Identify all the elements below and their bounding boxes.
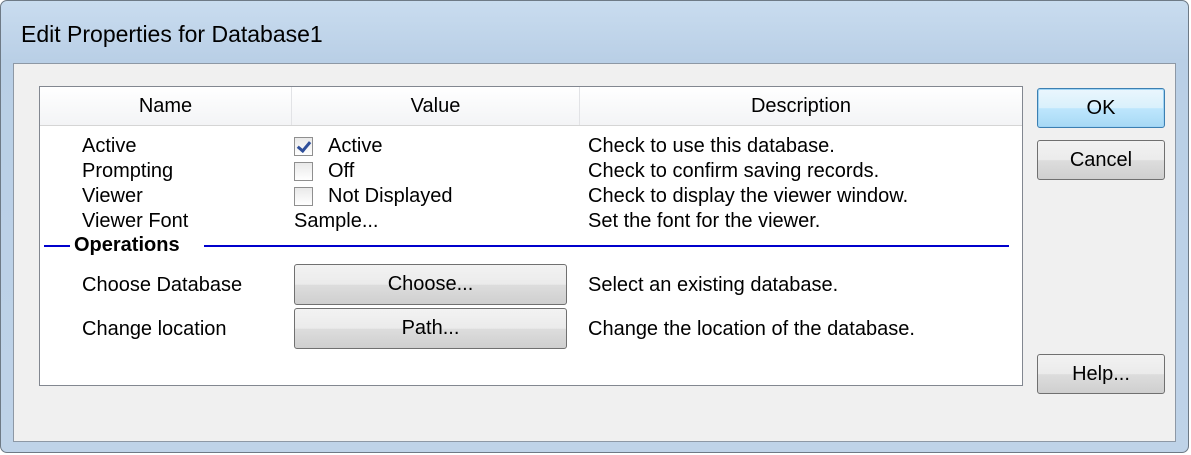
property-name-prompting: Prompting <box>82 160 174 182</box>
prompting-description: Check to confirm saving records. <box>588 160 880 182</box>
dialog-title: Edit Properties for Database1 <box>21 21 323 47</box>
property-name-viewer: Viewer <box>82 185 143 207</box>
dialog-window: Edit Properties for Database1 Name Value… <box>0 0 1189 453</box>
properties-grid: Name Value Description Active Active Che… <box>39 86 1023 386</box>
path-button[interactable]: Path... <box>294 308 567 349</box>
dialog-body: Name Value Description Active Active Che… <box>13 63 1176 442</box>
operations-separator-left <box>44 245 70 247</box>
viewer-value-label[interactable]: Not Displayed <box>328 184 453 208</box>
viewer-font-sample[interactable]: Sample... <box>294 209 378 233</box>
operation-name-choose-database: Choose Database <box>82 274 243 296</box>
help-button[interactable]: Help... <box>1037 354 1165 394</box>
active-value-label[interactable]: Active <box>328 134 382 158</box>
operations-separator-right <box>204 245 1009 247</box>
grid-header: Name Value Description <box>40 87 1022 126</box>
viewer-font-description: Set the font for the viewer. <box>588 210 821 232</box>
viewer-description: Check to display the viewer window. <box>588 185 909 207</box>
column-header-name[interactable]: Name <box>40 87 292 125</box>
change-location-description: Change the location of the database. <box>588 318 915 340</box>
viewer-checkbox[interactable] <box>294 187 313 206</box>
active-checkbox[interactable] <box>294 137 313 156</box>
prompting-value-label[interactable]: Off <box>328 159 354 183</box>
choose-database-description: Select an existing database. <box>588 274 839 296</box>
property-name-viewer-font: Viewer Font <box>82 210 189 232</box>
property-name-active: Active <box>82 135 137 157</box>
operation-name-change-location: Change location <box>82 318 227 340</box>
ok-button[interactable]: OK <box>1037 88 1165 128</box>
operations-section-label: Operations <box>74 234 180 256</box>
prompting-checkbox[interactable] <box>294 162 313 181</box>
cancel-button[interactable]: Cancel <box>1037 140 1165 180</box>
choose-button[interactable]: Choose... <box>294 264 567 305</box>
title-bar[interactable]: Edit Properties for Database1 <box>1 1 1188 63</box>
column-header-description[interactable]: Description <box>580 87 1022 125</box>
active-description: Check to use this database. <box>588 135 835 157</box>
column-header-value[interactable]: Value <box>292 87 580 125</box>
